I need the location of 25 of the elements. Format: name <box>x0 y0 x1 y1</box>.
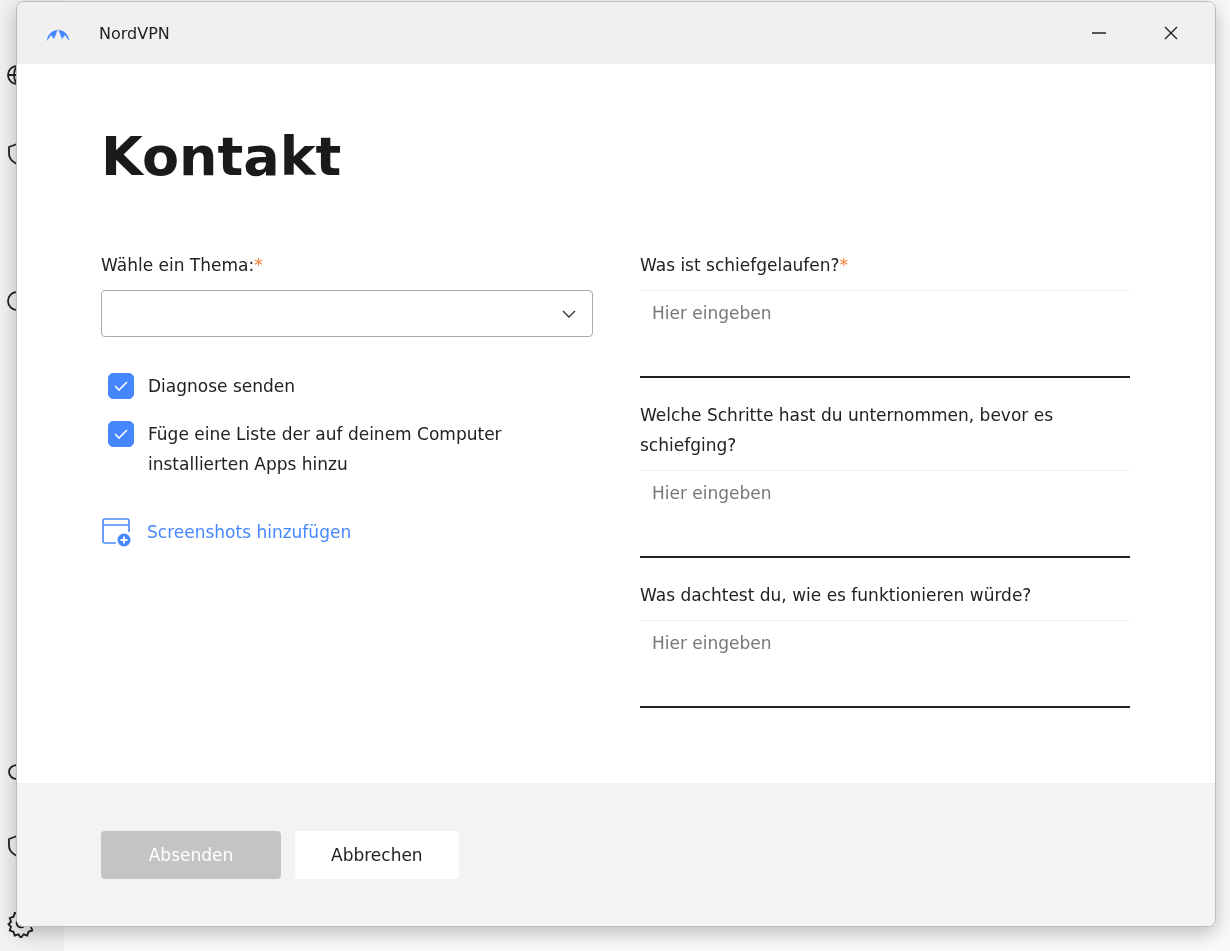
globe-icon <box>6 64 16 86</box>
close-icon <box>1163 25 1179 41</box>
shield-icon <box>6 142 16 166</box>
minimize-icon <box>1092 32 1106 34</box>
chevron-down-icon <box>562 309 576 318</box>
checkbox[interactable] <box>108 421 134 447</box>
question-label: Was ist schiefgelaufen?* <box>640 254 850 277</box>
checkmark-icon <box>114 381 128 391</box>
checkbox-label: Füge eine Liste der auf deinem Computer installierten Apps hinzu <box>148 423 503 476</box>
shield-icon <box>6 834 16 858</box>
cancel-button[interactable]: Abbrechen <box>295 830 459 879</box>
page-heading: Kontakt <box>101 124 343 190</box>
field-label: Wähle ein Thema:* <box>101 254 264 277</box>
checkmark-icon <box>114 429 128 439</box>
window-title: NordVPN <box>99 23 170 43</box>
question-label: Welche Schritte hast du unternommen, bevor es schiefging? <box>640 404 1054 457</box>
text-area-field[interactable]: Hier eingeben <box>640 620 1130 708</box>
add-screenshots-link[interactable]: Screenshots hinzufügen <box>147 522 352 542</box>
topic-dropdown[interactable] <box>101 290 593 337</box>
text-area-field[interactable]: Hier eingeben <box>640 290 1130 378</box>
text-area-field[interactable]: Hier eingeben <box>640 470 1130 558</box>
add-image-icon <box>101 517 133 547</box>
checkbox-label: Diagnose senden <box>148 375 296 398</box>
question-label: Was dachtest du, wie es funktionieren würde? <box>640 584 1033 607</box>
checkbox[interactable] <box>108 373 134 399</box>
